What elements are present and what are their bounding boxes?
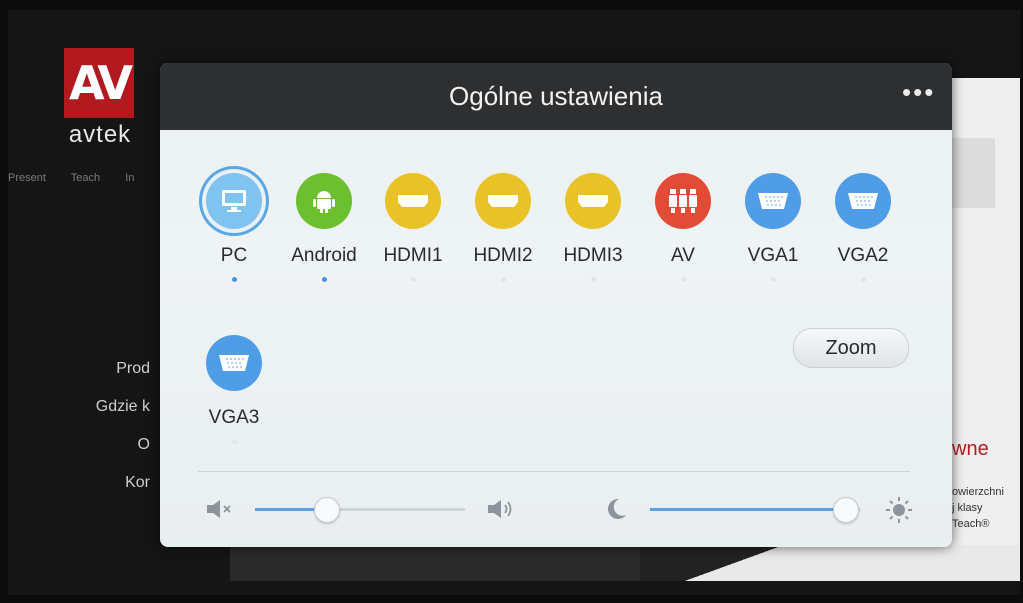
- divider: [198, 471, 910, 472]
- vga-icon[interactable]: [206, 335, 262, 391]
- source-label: AV: [671, 245, 695, 266]
- source-vga3[interactable]: VGA3: [189, 335, 279, 444]
- hdmi-icon[interactable]: [475, 173, 531, 229]
- source-hdmi3[interactable]: HDMI3: [548, 173, 638, 282]
- vga-icon[interactable]: [835, 173, 891, 229]
- source-pc[interactable]: PC: [189, 173, 279, 282]
- source-status-dot: [860, 277, 866, 282]
- source-label: HDMI1: [383, 245, 443, 266]
- volume-up-icon[interactable]: [486, 498, 520, 520]
- source-hdmi1[interactable]: HDMI1: [368, 173, 458, 282]
- source-status-dot: [231, 439, 237, 444]
- volume-slider[interactable]: [255, 508, 465, 511]
- source-label: HDMI2: [473, 245, 533, 266]
- source-status-dot: [770, 277, 776, 282]
- vga-icon[interactable]: [745, 173, 801, 229]
- menu-item-kor[interactable]: Kor: [60, 474, 150, 492]
- avtek-logo: AV: [64, 48, 134, 118]
- sun-icon[interactable]: [884, 495, 914, 525]
- source-label: VGA2: [837, 245, 889, 266]
- source-vga1[interactable]: VGA1: [728, 173, 818, 282]
- nav-teach[interactable]: Teach: [71, 172, 100, 184]
- background-heading: wne: [952, 438, 989, 460]
- android-icon[interactable]: [296, 173, 352, 229]
- source-status-dot: [500, 277, 506, 282]
- source-label: PC: [220, 245, 248, 266]
- menu-item-prod[interactable]: Prod: [60, 360, 150, 378]
- source-label: VGA1: [747, 245, 799, 266]
- source-status-dot: [590, 277, 596, 282]
- background-nav: Present Teach In: [8, 172, 156, 184]
- hdmi-icon[interactable]: [385, 173, 441, 229]
- nav-in[interactable]: In: [125, 172, 134, 184]
- brightness-slider[interactable]: [650, 508, 860, 511]
- input-source-list: PC Android HDMI1 HDMI2 HDMI3 AV VGA1 VGA2 VGA3: [160, 63, 952, 547]
- source-label: Android: [291, 245, 357, 266]
- zoom-button[interactable]: Zoom: [793, 328, 909, 368]
- source-av[interactable]: AV: [638, 173, 728, 282]
- source-hdmi2[interactable]: HDMI2: [458, 173, 548, 282]
- menu-item-gdzie[interactable]: Gdzie k: [60, 398, 150, 416]
- moon-icon[interactable]: [604, 497, 628, 521]
- avtek-logo-word: avtek: [68, 121, 132, 148]
- source-status-dot: [680, 277, 686, 282]
- source-status-dot: [410, 277, 416, 282]
- mute-icon[interactable]: [205, 498, 235, 520]
- background-bottom-image: [640, 545, 1020, 581]
- av-rca-icon[interactable]: [655, 173, 711, 229]
- source-vga2[interactable]: VGA2: [818, 173, 908, 282]
- menu-item-o[interactable]: O: [60, 436, 150, 454]
- hdmi-icon[interactable]: [565, 173, 621, 229]
- brightness-slider-fill: [650, 508, 846, 511]
- monitor-icon[interactable]: [206, 173, 262, 229]
- general-settings-dialog: Ogólne ustawienia ••• PC Android HDMI1 HDMI…: [160, 63, 952, 547]
- source-status-dot: [231, 277, 237, 282]
- source-label: HDMI3: [563, 245, 623, 266]
- source-status-dot: [321, 277, 327, 282]
- source-label: VGA3: [208, 407, 260, 428]
- source-android[interactable]: Android: [279, 173, 369, 282]
- nav-present[interactable]: Present: [8, 172, 46, 184]
- background-text: owierzchni j klasy Teach®: [952, 486, 1004, 530]
